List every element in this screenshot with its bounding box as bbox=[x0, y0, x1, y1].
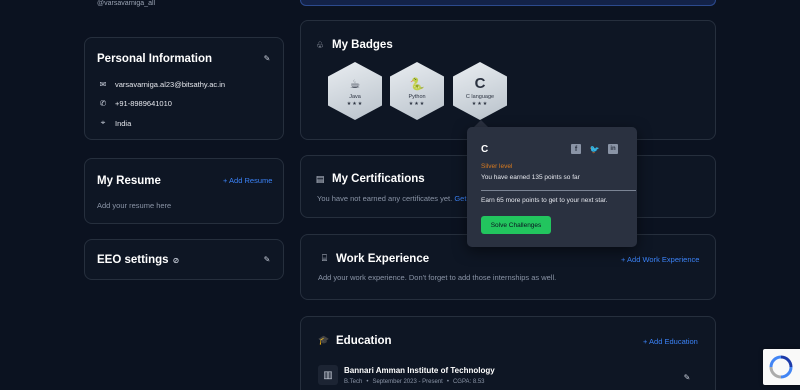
username: @varsavarniga_all bbox=[97, 0, 156, 7]
separator-dot: • bbox=[446, 379, 449, 385]
certifications-empty-message: You have not earned any certificates yet… bbox=[317, 194, 453, 203]
c-language-icon: C bbox=[474, 74, 486, 92]
email-row: ✉ varsavarniga.al23@bitsathy.ac.in bbox=[97, 80, 225, 89]
badge-stars: ★★★ bbox=[471, 100, 489, 107]
badge-stars: ★★★ bbox=[408, 100, 426, 107]
location-pin-icon: ⌖ bbox=[100, 118, 106, 127]
java-icon: ☕ bbox=[349, 76, 361, 91]
cgpa-text: CGPA: 8.53 bbox=[452, 379, 485, 385]
solve-challenges-button[interactable]: Solve Challenges bbox=[481, 216, 551, 234]
edit-icon[interactable]: ✎ bbox=[262, 53, 272, 63]
silver-level-text: Silver level bbox=[481, 163, 513, 170]
education-details: B.Tech • September 2023 - Present • CGPA… bbox=[344, 379, 485, 385]
add-work-experience-link[interactable]: + Add Work Experience bbox=[621, 255, 699, 264]
resume-empty-text: Add your resume here bbox=[97, 201, 172, 210]
add-education-link[interactable]: + Add Education bbox=[643, 337, 698, 346]
eeo-title-text: EEO settings bbox=[97, 254, 169, 266]
resume-card: My Resume + Add Resume Add your resume h… bbox=[84, 158, 284, 224]
badge-popover: C f 🐦 in Silver level You have earned 13… bbox=[467, 127, 637, 247]
recaptcha-icon bbox=[769, 355, 793, 379]
degree-text: B.Tech bbox=[344, 379, 363, 385]
education-card: 🎓 Education + Add Education ▥ Bannari Am… bbox=[300, 316, 716, 390]
work-empty-text: Add your work experience. Don't forget t… bbox=[318, 273, 557, 282]
briefcase-icon: ⌸ bbox=[321, 252, 328, 263]
facebook-icon[interactable]: f bbox=[571, 144, 581, 154]
add-resume-link[interactable]: + Add Resume bbox=[223, 176, 272, 185]
points-text: You have earned 135 points so far bbox=[481, 174, 580, 181]
badge-icon: ♧ bbox=[315, 39, 325, 50]
education-title: Education bbox=[336, 335, 392, 347]
separator-dot: • bbox=[366, 379, 369, 385]
mail-icon: ✉ bbox=[99, 80, 107, 89]
edit-icon[interactable]: ✎ bbox=[682, 372, 692, 382]
popover-title: C bbox=[481, 144, 489, 155]
eeo-card: EEO settings ⊘ ✎ bbox=[84, 239, 284, 280]
badge-stars: ★★★ bbox=[346, 100, 364, 107]
twitter-icon[interactable]: 🐦 bbox=[589, 144, 600, 154]
work-experience-title: Work Experience bbox=[336, 253, 430, 265]
banner-strip bbox=[300, 0, 716, 6]
linkedin-icon[interactable]: in bbox=[608, 144, 618, 154]
personal-info-card: Personal Information ✎ ✉ varsavarniga.al… bbox=[84, 37, 284, 140]
building-icon: ▥ bbox=[318, 365, 338, 385]
badge-name: C language bbox=[465, 93, 495, 100]
eye-off-icon: ⊘ bbox=[172, 255, 180, 265]
edit-icon[interactable]: ✎ bbox=[262, 254, 272, 264]
email-text: varsavarniga.al23@bitsathy.ac.in bbox=[115, 80, 226, 89]
phone-text: +91-8989641010 bbox=[115, 99, 172, 108]
resume-title: My Resume bbox=[97, 175, 161, 187]
eeo-title: EEO settings ⊘ bbox=[97, 254, 179, 266]
phone-icon: ✆ bbox=[99, 99, 107, 108]
certifications-title: My Certifications bbox=[332, 173, 425, 185]
location-row: ⌖ India bbox=[97, 118, 132, 128]
personal-info-title: Personal Information bbox=[97, 53, 213, 65]
next-star-text: Earn 65 more points to get to your next … bbox=[481, 197, 608, 204]
location-text: India bbox=[115, 118, 132, 128]
certifications-empty-text: You have not earned any certificates yet… bbox=[317, 194, 474, 203]
phone-row: ✆ +91-8989641010 bbox=[97, 99, 172, 108]
badge-python[interactable]: 🐍 Python ★★★ bbox=[390, 62, 444, 120]
period-text: September 2023 - Present bbox=[372, 379, 443, 385]
badge-c-language[interactable]: C C language ★★★ bbox=[453, 62, 507, 120]
badge-java[interactable]: ☕ Java ★★★ bbox=[328, 62, 382, 120]
institution-name: Bannari Amman Institute of Technology bbox=[344, 366, 495, 375]
badge-name: Python bbox=[408, 93, 426, 100]
popover-arrow bbox=[474, 120, 488, 127]
badge-name: Java bbox=[349, 93, 361, 100]
recaptcha-widget[interactable] bbox=[763, 349, 800, 385]
python-icon: 🐍 bbox=[409, 76, 425, 91]
popover-divider bbox=[481, 190, 636, 191]
certificate-icon: ▤ bbox=[315, 173, 325, 184]
badges-title: My Badges bbox=[332, 39, 393, 51]
badges-card: ♧ My Badges ☕ Java ★★★ 🐍 Python ★★★ C C … bbox=[300, 20, 716, 140]
graduation-cap-icon: 🎓 bbox=[318, 334, 330, 345]
